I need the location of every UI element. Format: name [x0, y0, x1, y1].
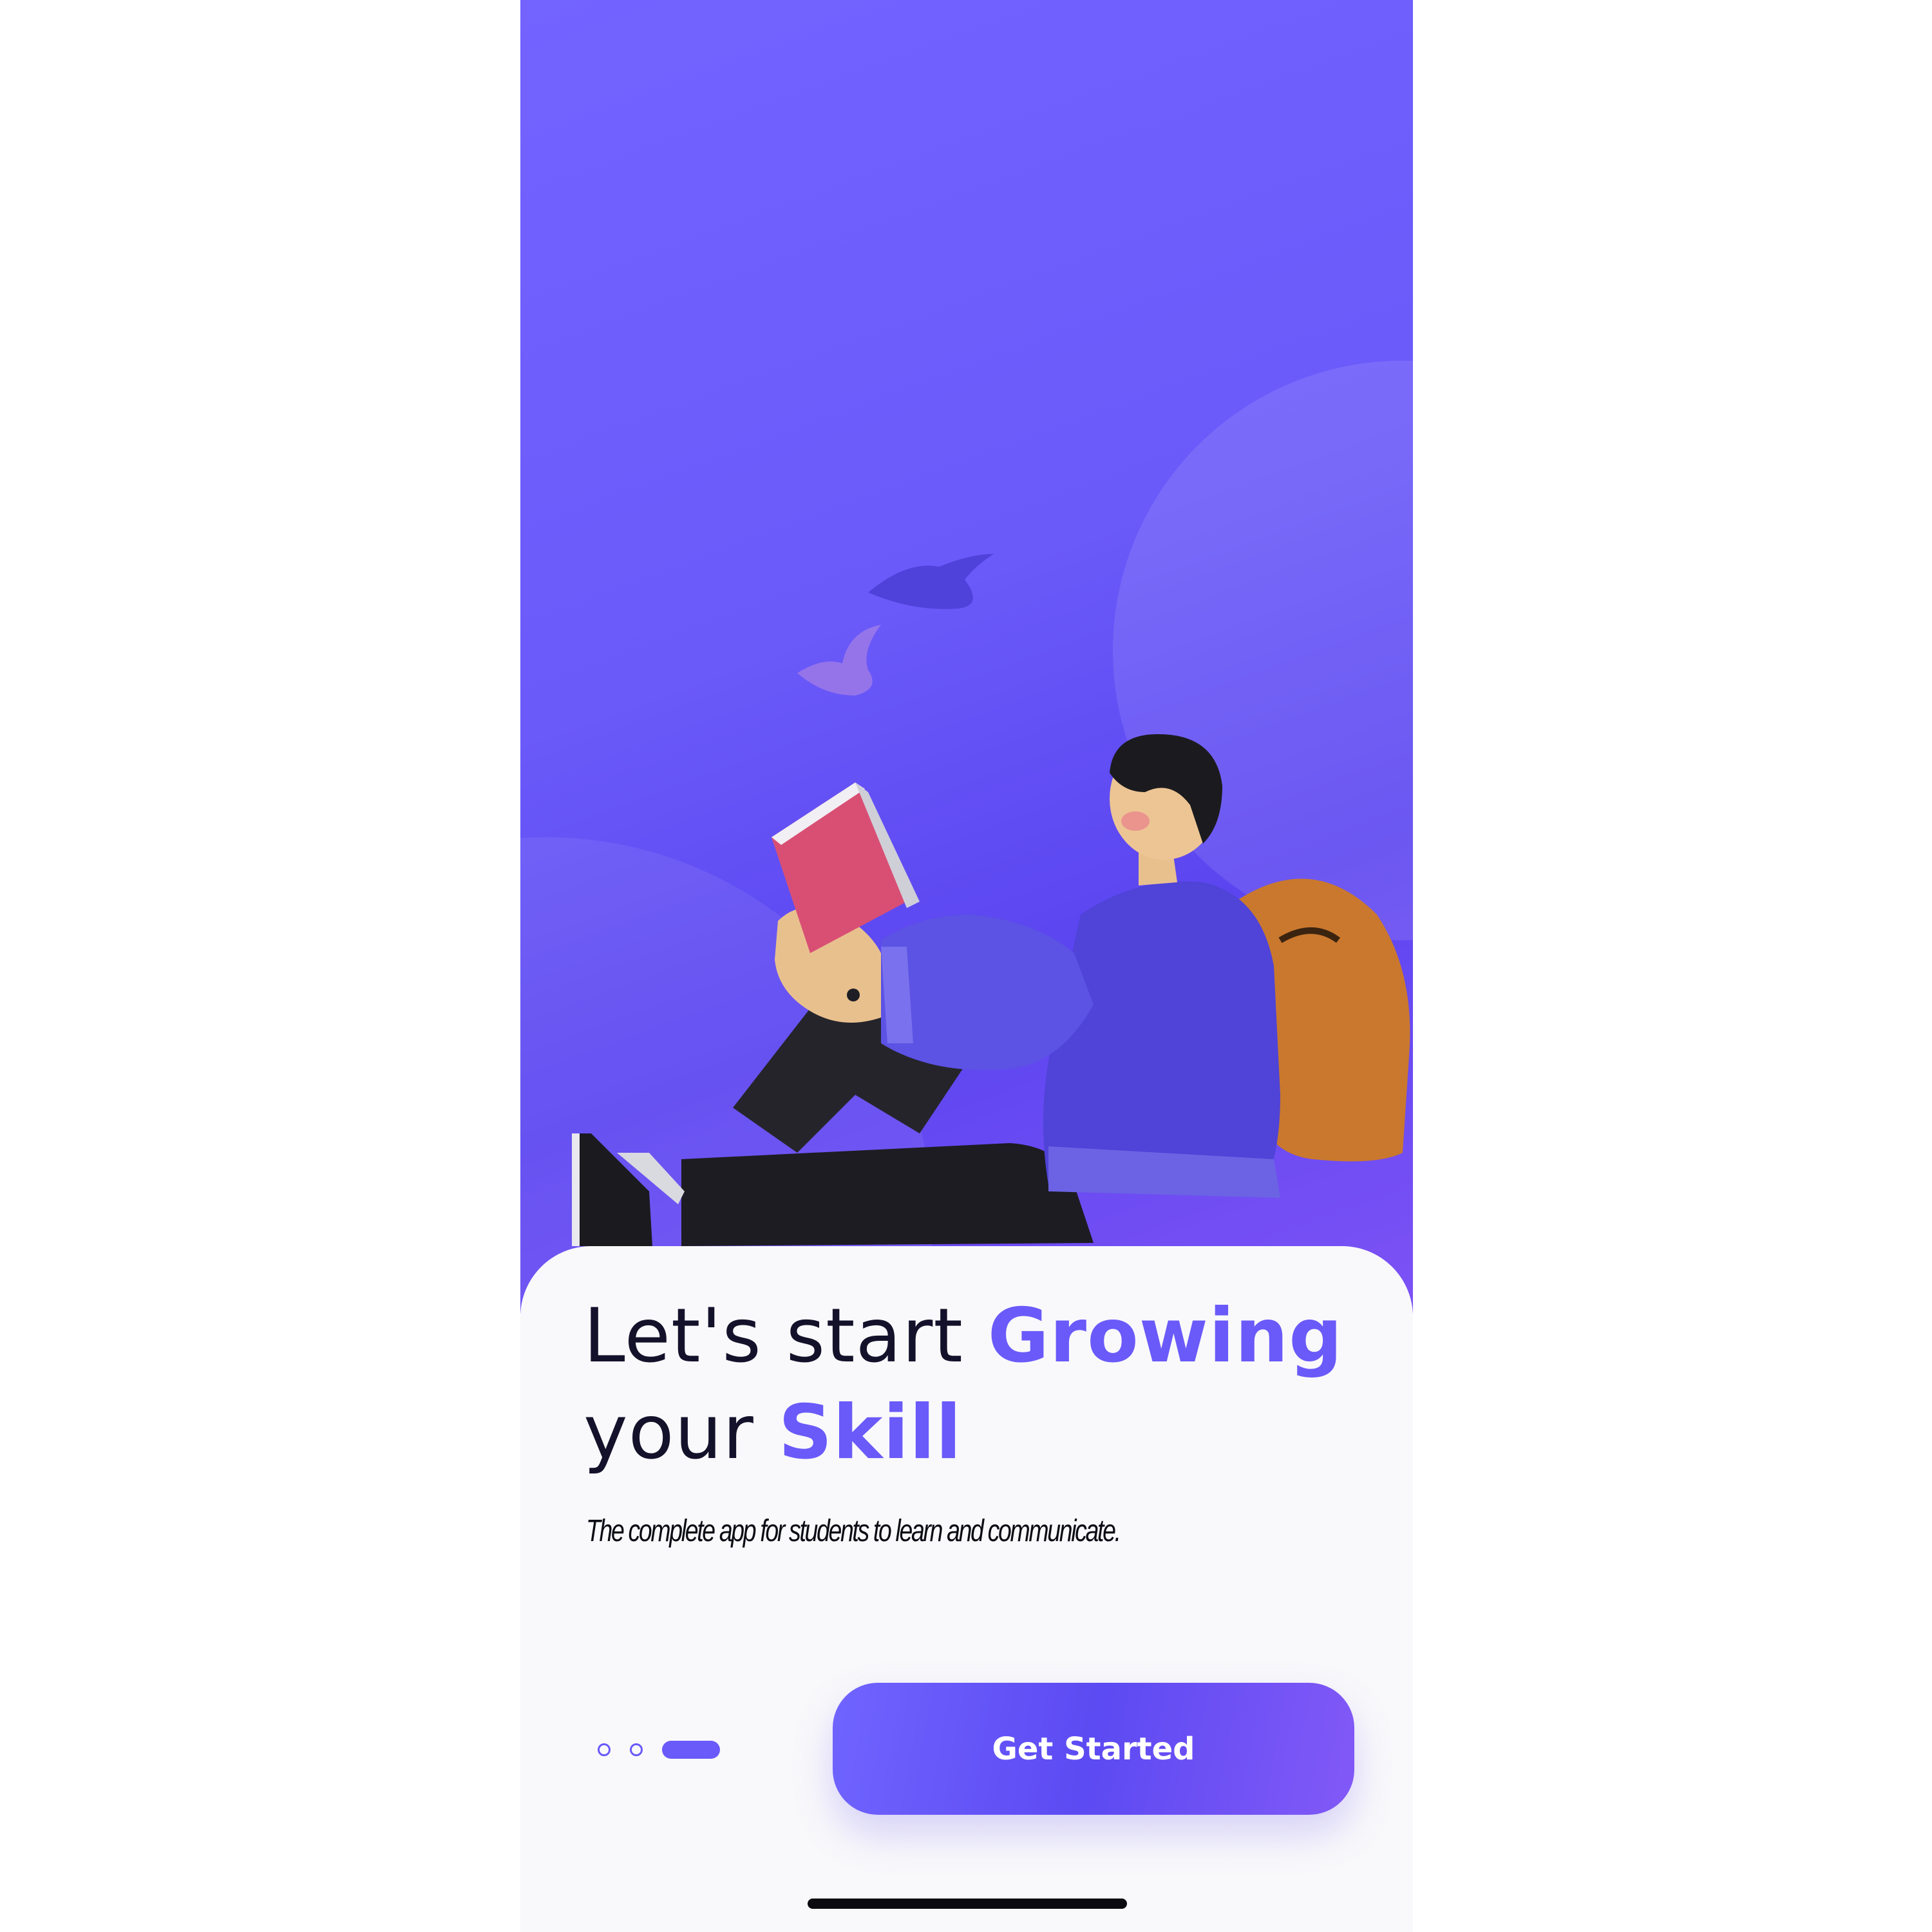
pagination-dot-2[interactable]: [630, 1743, 643, 1756]
headline-text-your: your: [583, 1389, 779, 1476]
page-title: Let's start Growing your Skill: [583, 1288, 1356, 1481]
hero-section: [520, 0, 1413, 1314]
get-started-button[interactable]: Get Started: [833, 1683, 1354, 1815]
birds-icon: [797, 554, 994, 696]
headline-accent-growing: Growing: [987, 1293, 1343, 1379]
student-reading-illustration: [572, 554, 1410, 1246]
headline-accent-skill: Skill: [778, 1389, 962, 1476]
phone-screen: Let's start Growing your Skill The compl…: [520, 0, 1413, 1932]
pagination-dot-1[interactable]: [598, 1743, 611, 1756]
pagination-dot-3-active[interactable]: [662, 1741, 720, 1759]
pagination-dots: [598, 1739, 720, 1761]
subtitle: The complete app for students to learn a…: [586, 1514, 1121, 1548]
home-indicator: [808, 1899, 1127, 1909]
headline-text: Let's start: [583, 1293, 988, 1379]
